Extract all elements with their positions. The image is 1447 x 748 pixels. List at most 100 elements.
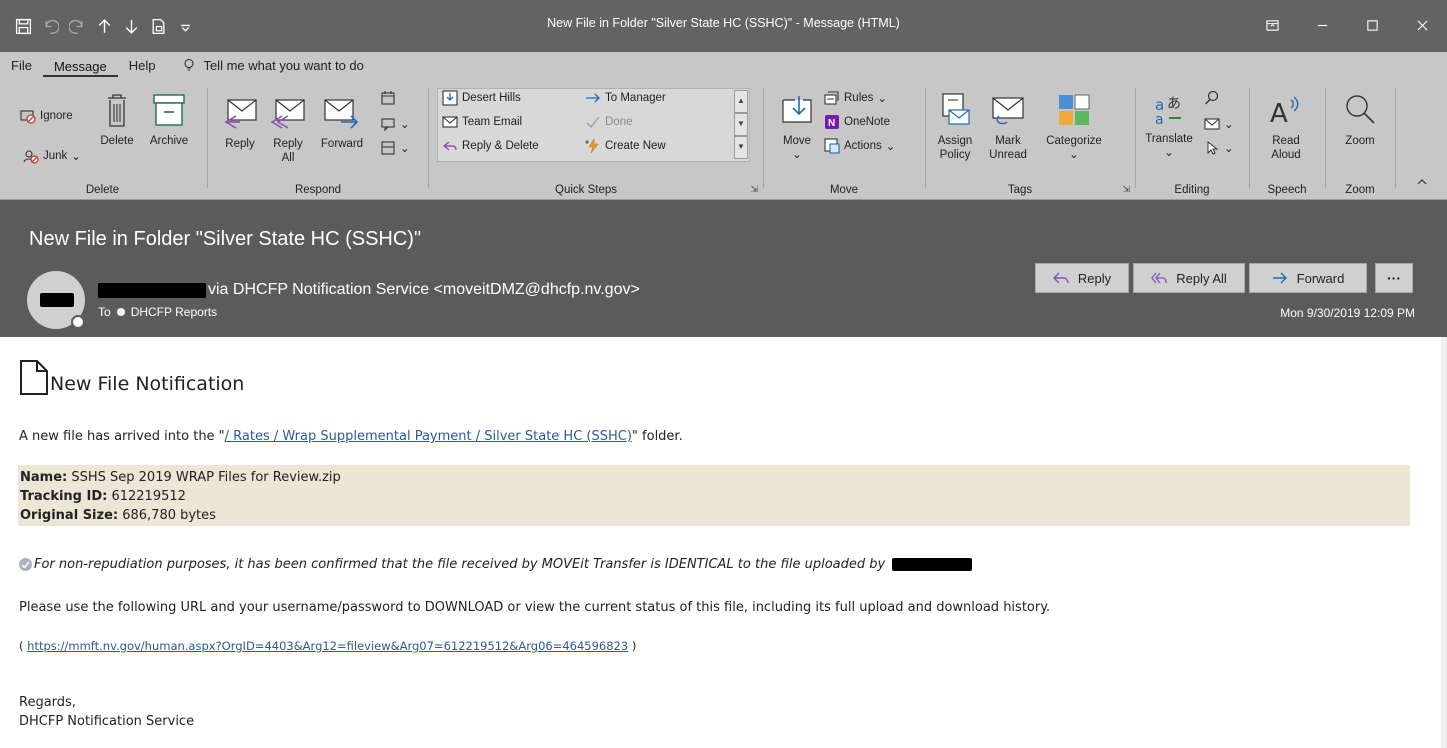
download-url-link[interactable]: https://mmft.nv.gov/human.aspx?OrgID=440…: [27, 639, 628, 653]
tab-file[interactable]: File: [0, 52, 43, 78]
delete-group: Ignore Junk ⌄ Delete Archive Delete: [0, 84, 205, 198]
onenote-button[interactable]: N OneNote: [824, 114, 890, 130]
presence-dot-icon: [116, 308, 125, 316]
move-button[interactable]: Move ⌄: [776, 92, 818, 162]
quickstep-team-email-label: Team Email: [462, 116, 523, 128]
window-controls: [1247, 10, 1447, 40]
group-separator: [428, 88, 429, 188]
find-button[interactable]: [1204, 90, 1220, 106]
received-datetime: Mon 9/30/2019 12:09 PM: [1280, 306, 1415, 320]
folder-link[interactable]: / Rates / Wrap Supplemental Payment / Si…: [225, 429, 632, 444]
redaction-bar: [40, 293, 74, 307]
dialog-launcher-icon[interactable]: ⇲: [1122, 184, 1130, 195]
ignore-icon: [20, 110, 36, 124]
scroll-down-button[interactable]: ▼: [734, 113, 748, 136]
quickstep-team-email[interactable]: Team Email: [442, 114, 522, 130]
quickstep-desert-hills[interactable]: Desert Hills: [442, 90, 521, 106]
minimize-button[interactable]: [1297, 10, 1347, 40]
notification-title: New File Notification: [50, 373, 245, 395]
translate-icon: a あa: [1155, 96, 1181, 128]
respond-group-label: Respond: [294, 184, 342, 196]
assign-policy-button[interactable]: Assign Policy: [930, 92, 980, 162]
sender-line[interactable]: via DHCFP Notification Service <moveitDM…: [98, 281, 640, 299]
meeting-button[interactable]: [380, 90, 396, 106]
delete-button[interactable]: Delete: [94, 92, 140, 148]
forward-label: Forward: [320, 138, 364, 150]
mark-label-2: Unread: [989, 149, 1027, 161]
dialog-launcher-icon[interactable]: ⇲: [750, 184, 758, 195]
search-icon: [1205, 90, 1219, 105]
im-button[interactable]: ⌄: [380, 116, 410, 132]
header-reply-button[interactable]: Reply: [1035, 263, 1129, 293]
file-name-value: SSHS Sep 2019 WRAP Files for Review.zip: [67, 470, 341, 485]
speech-group-label: Speech: [1267, 184, 1307, 196]
to-field: To DHCFP Reports: [98, 305, 217, 319]
notification-heading: New File Notification: [19, 359, 244, 396]
junk-label: Junk: [43, 150, 68, 162]
archive-button[interactable]: Archive: [142, 92, 196, 148]
check-circle-icon: [19, 558, 32, 571]
ignore-button[interactable]: Ignore: [20, 108, 73, 124]
editing-group: aあa Translate ⌄ ⌄ ⌄ Editing: [1136, 84, 1248, 198]
to-recipient[interactable]: DHCFP Reports: [131, 305, 217, 319]
move-icon: [782, 96, 812, 123]
quickstep-create-new[interactable]: Create New: [585, 138, 666, 154]
translate-button[interactable]: aあa Translate ⌄: [1142, 92, 1196, 160]
quickstep-done[interactable]: Done: [585, 114, 633, 130]
chevron-down-icon: ⌄: [885, 141, 896, 153]
file-info-box: Name: SSHS Sep 2019 WRAP Files for Revie…: [18, 465, 1410, 526]
forward-icon: [324, 99, 359, 129]
svg-text:A: A: [1270, 99, 1288, 128]
lightning-plus-icon: [585, 138, 599, 154]
avatar[interactable]: [27, 271, 85, 329]
assign-label-1: Assign: [937, 135, 973, 147]
mark-unread-button[interactable]: Mark Unread: [984, 92, 1032, 162]
more-respond-button[interactable]: ⌄: [380, 140, 410, 156]
forward-button[interactable]: Forward: [316, 96, 368, 151]
select-button[interactable]: ⌄: [1204, 140, 1234, 156]
rules-icon: [824, 91, 839, 105]
read-label-2: Aloud: [1271, 149, 1301, 161]
trash-icon: [108, 94, 126, 127]
categorize-button[interactable]: Categorize ⌄: [1040, 92, 1108, 162]
message-header: New File in Folder "Silver State HC (SSH…: [0, 200, 1447, 337]
quickstep-to-manager[interactable]: To Manager: [585, 90, 666, 106]
quick-steps-scroller: ▲ ▼ ▼: [734, 90, 748, 160]
header-forward-label: Forward: [1296, 270, 1345, 286]
instructions-line: Please use the following URL and your us…: [19, 600, 1051, 615]
quickstep-reply-delete-label: Reply & Delete: [462, 140, 539, 152]
close-button[interactable]: [1397, 10, 1447, 40]
reply-button[interactable]: Reply: [220, 96, 260, 151]
tab-message[interactable]: Message: [42, 53, 118, 77]
actions-button[interactable]: Actions ⌄: [824, 138, 895, 154]
envelope-icon: [992, 97, 1024, 125]
rules-button[interactable]: Rules ⌄: [824, 90, 887, 106]
header-reply-label: Reply: [1077, 270, 1112, 286]
sender-text: via DHCFP Notification Service <moveitDM…: [208, 281, 640, 298]
junk-button[interactable]: Junk ⌄: [23, 148, 81, 164]
more-actions-button[interactable]: ···: [1375, 263, 1413, 293]
window-title: New File in Folder "Silver State HC (SSH…: [547, 16, 900, 30]
header-reply-all-button[interactable]: Reply All: [1133, 263, 1245, 293]
read-aloud-button[interactable]: A Read Aloud: [1260, 92, 1312, 162]
chat-icon: [381, 118, 395, 132]
maximize-button[interactable]: [1347, 10, 1397, 40]
collapse-ribbon-button[interactable]: [1414, 174, 1430, 190]
ribbon-display-options-button[interactable]: [1247, 10, 1297, 40]
tell-me-search[interactable]: Tell me what you want to do: [182, 58, 364, 73]
tab-help[interactable]: Help: [118, 52, 167, 78]
actions-icon: [824, 138, 840, 154]
zoom-label: Zoom: [1345, 135, 1375, 147]
scroll-up-button[interactable]: ▲: [734, 90, 748, 113]
vertical-scrollbar[interactable]: [1441, 337, 1447, 748]
header-forward-button[interactable]: Forward: [1249, 263, 1367, 293]
zoom-button[interactable]: Zoom: [1334, 92, 1386, 148]
file-name-row: Name: SSHS Sep 2019 WRAP Files for Revie…: [20, 468, 1408, 487]
move-group-label: Move: [829, 184, 859, 196]
reply-all-button[interactable]: Reply All: [268, 96, 308, 165]
maximize-icon: [1366, 19, 1378, 31]
move-to-folder-icon: [442, 90, 458, 106]
quickstep-reply-delete[interactable]: Reply & Delete: [442, 138, 539, 154]
related-button[interactable]: ⌄: [1204, 116, 1234, 132]
expand-gallery-button[interactable]: ▼: [734, 136, 748, 159]
